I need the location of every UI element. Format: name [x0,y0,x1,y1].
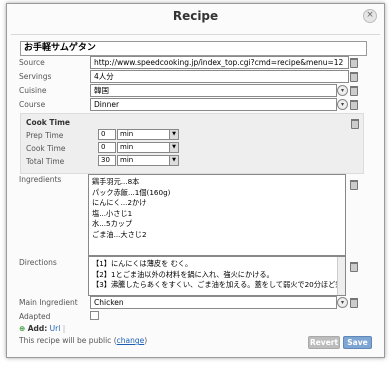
public-note: This recipe will be public (change) [19,336,147,345]
dialog-title: Recipe [172,9,219,23]
add-plus-icon: ⊕ [19,324,26,333]
public-note-text: This recipe will be public ( [19,336,117,345]
main-ingredient-input[interactable]: Chicken [90,296,337,309]
ingredient-line: 水...5カップ [92,219,133,228]
ingredient-line: 塩...小さじ1 [92,208,133,218]
main-ingredient-trash-icon[interactable] [350,298,358,308]
cook-time-trash-icon[interactable] [351,119,359,129]
title-divider [11,34,380,35]
directions-label: Directions [19,258,57,267]
cook-time-unit-value: min [120,143,134,151]
ingredient-line: ごま油...大さじ2 [92,229,147,239]
close-icon[interactable]: × [363,9,377,23]
revert-button[interactable]: Revert [308,336,340,349]
chevron-down-icon: ▼ [169,156,178,165]
prep-time-label: Prep Time [26,131,64,140]
ingredient-line: 鶏手羽元...8本 [92,177,140,186]
cook-time-label: Cook Time [26,144,66,153]
ingredients-trash-icon[interactable] [350,180,358,190]
servings-label: Servings [19,72,52,81]
change-visibility-link[interactable]: change [117,336,145,345]
save-button[interactable]: Save [343,336,372,349]
cook-time-heading: Cook Time [26,118,70,127]
ingredient-line: パック赤飯...1個(160g) [92,187,171,197]
directions-scrollbar[interactable] [337,257,345,295]
direction-line: 【3】沸騰したらあくをすくい、ごま油を加える。蓋をして弱火で20分ほど煮る。 [92,280,346,289]
cuisine-dropdown-icon[interactable]: ▾ [337,85,348,96]
total-time-unit-select[interactable]: min ▼ [117,155,179,166]
cook-time-unit-select[interactable]: min ▼ [117,142,179,153]
source-input[interactable]: http://www.speedcooking.jp/index_top.cgi… [90,56,349,69]
ingredients-label: Ingredients [19,175,62,184]
directions-trash-icon[interactable] [350,262,358,272]
total-time-unit-value: min [120,156,134,164]
cuisine-trash-icon[interactable] [350,86,358,96]
total-time-label: Total Time [26,157,65,166]
servings-input[interactable]: 4人分 [90,70,349,83]
course-dropdown-icon[interactable]: ▾ [337,99,348,110]
adapted-label: Adapted [19,312,51,321]
direction-line: 【2】1とごま油以外の材料を鍋に入れ、強火にかける。 [92,269,274,279]
source-trash-icon[interactable] [350,58,358,68]
cook-time-panel: Cook Time Prep Time 0 min ▼ Cook Time 0 m… [20,113,364,174]
ingredients-textarea[interactable]: 鶏手羽元...8本 パック赤飯...1個(160g) にんにく...2かけ 塩.… [88,174,346,256]
cuisine-label: Cuisine [19,86,47,95]
directions-textarea[interactable]: 【1】にんにくは薄皮を むく。 【2】1とごま油以外の材料を鍋に入れ、強火にかけ… [88,256,346,296]
servings-trash-icon[interactable] [350,72,358,82]
add-separator: | [62,324,66,333]
adapted-checkbox[interactable] [90,311,99,320]
add-url-link[interactable]: Url [50,324,61,333]
recipe-title-input[interactable]: お手軽サムゲタン [20,41,367,56]
course-label: Course [19,100,46,109]
course-input[interactable]: Dinner [90,98,337,111]
ingredient-line: にんにく...2かけ [92,198,147,207]
public-note-suffix: ) [144,336,148,345]
cuisine-input[interactable]: 韓国 [90,84,337,97]
total-time-input[interactable]: 30 [98,155,116,166]
prep-time-input[interactable]: 0 [98,129,116,140]
direction-line: 【1】にんにくは薄皮を むく。 [92,259,193,268]
course-trash-icon[interactable] [350,100,358,110]
source-label: Source [19,58,45,67]
prep-time-unit-select[interactable]: min ▼ [117,129,179,140]
add-row: ⊕ Add: Url | [19,324,65,333]
recipe-dialog: Recipe × お手軽サムゲタン Source http://www.spee… [6,3,385,358]
chevron-down-icon: ▼ [169,130,178,139]
add-label: Add: [27,324,48,333]
prep-time-unit-value: min [120,130,134,138]
chevron-down-icon: ▼ [169,143,178,152]
main-ingredient-dropdown-icon[interactable]: ▾ [337,297,348,308]
cook-time-input[interactable]: 0 [98,142,116,153]
main-ingredient-label: Main Ingredient [19,298,78,307]
